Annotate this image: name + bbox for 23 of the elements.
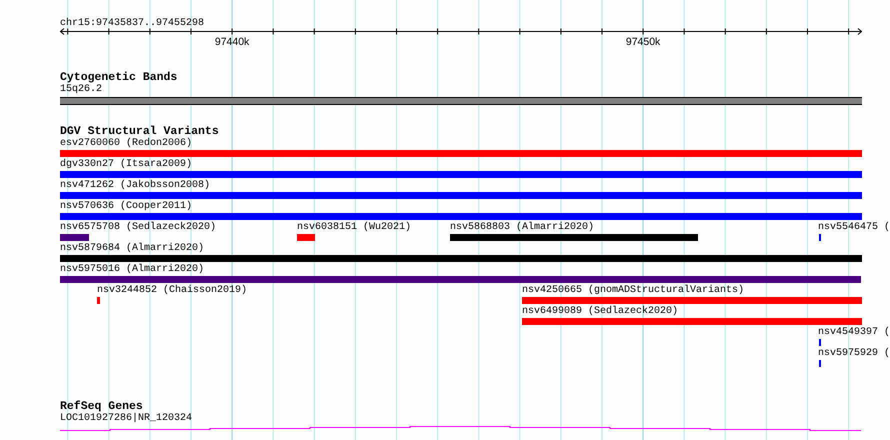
- variant-label[interactable]: nsv4250665 (gnomADStructuralVariants): [522, 285, 744, 297]
- variant-label[interactable]: nsv5975016 (Almarri2020): [60, 264, 204, 276]
- variant-label[interactable]: nsv6499089 (Sedlazeck2020): [522, 306, 678, 318]
- tick-label: 97440k: [214, 36, 250, 48]
- variant-label[interactable]: nsv471262 (Jakobsson2008): [60, 180, 210, 192]
- variant-label[interactable]: dgv330n27 (Itsara2009): [60, 159, 192, 171]
- variant-label[interactable]: nsv4549397 (: [818, 327, 890, 339]
- variant-label[interactable]: nsv5546475 (: [818, 222, 890, 234]
- variant-label[interactable]: nsv6575708 (Sedlazeck2020): [60, 222, 216, 234]
- band-label: 15q26.2: [60, 84, 102, 96]
- location-label: chr15:97435837..97455298: [60, 18, 204, 29]
- variant-label[interactable]: nsv3244852 (Chaisson2019): [97, 285, 248, 297]
- track-title: Cytogenetic Bands: [60, 72, 178, 84]
- variant-label[interactable]: nsv5868803 (Almarri2020): [450, 222, 594, 234]
- variant-label[interactable]: nsv570636 (Cooper2011): [60, 201, 192, 213]
- gene-label[interactable]: LOC101927286|NR_120324: [60, 413, 192, 425]
- variant-label[interactable]: nsv6038151 (Wu2021): [297, 222, 412, 234]
- track-title: RefSeq Genes: [60, 401, 143, 413]
- track-title: DGV Structural Variants: [60, 126, 219, 138]
- tick-label: 97450k: [626, 36, 660, 48]
- variant-label[interactable]: nsv5879684 (Almarri2020): [60, 243, 204, 255]
- variant-label[interactable]: nsv5975929 (: [818, 348, 890, 360]
- variant-label[interactable]: esv2760060 (Redon2006): [60, 138, 192, 150]
